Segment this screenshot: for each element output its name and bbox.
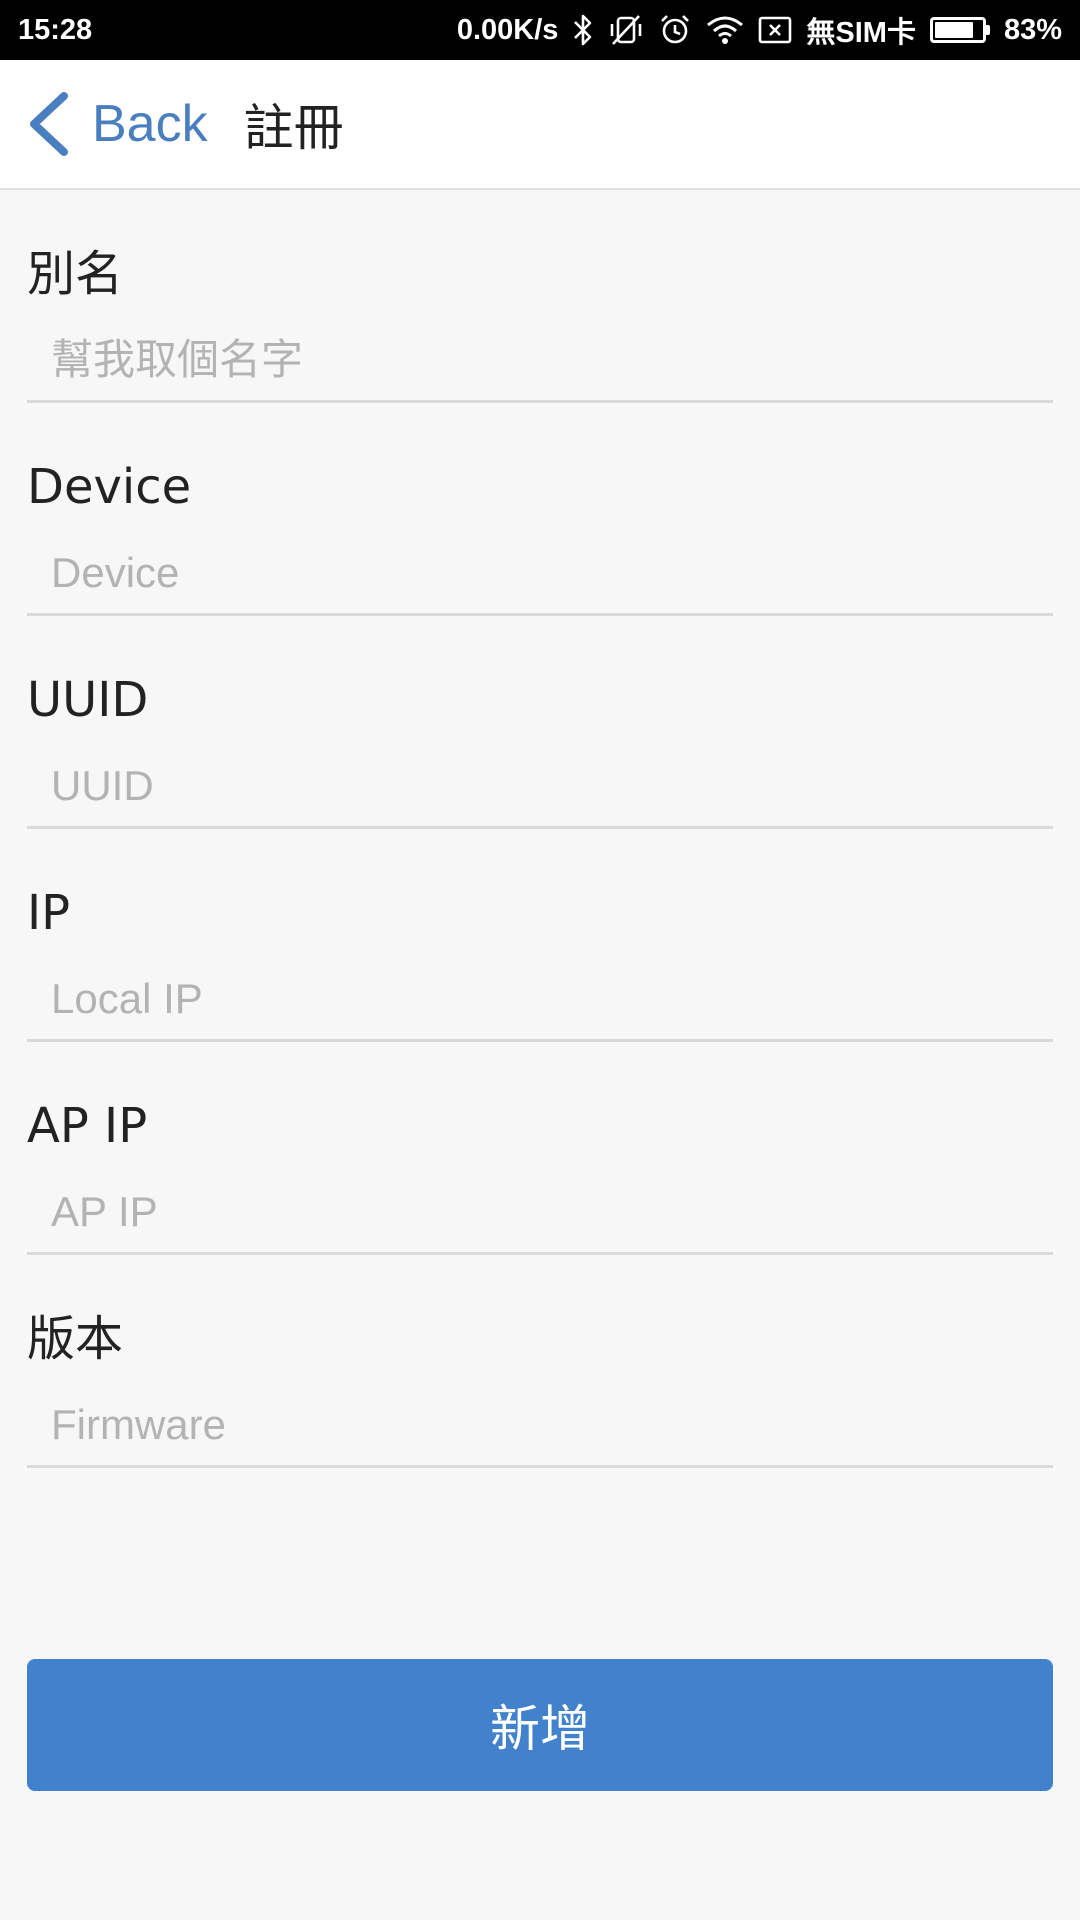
device-field: Device bbox=[27, 403, 1053, 616]
network-speed: 0.00K/s bbox=[456, 13, 559, 46]
uuid-field: UUID bbox=[27, 616, 1053, 829]
back-button[interactable]: Back bbox=[26, 92, 208, 156]
version-field: 版本 bbox=[27, 1255, 1053, 1468]
uuid-input[interactable] bbox=[27, 756, 1027, 816]
local-ip-input[interactable] bbox=[27, 969, 1027, 1029]
register-form: 別名 Device UUID IP AP IP 版本 bbox=[27, 190, 1053, 1468]
wifi-icon bbox=[706, 10, 744, 50]
ip-label: IP bbox=[27, 885, 71, 941]
navigation-bar: Back 註冊 bbox=[0, 60, 1080, 190]
back-label: Back bbox=[92, 95, 208, 153]
ap-ip-label: AP IP bbox=[27, 1098, 148, 1154]
alias-input[interactable] bbox=[27, 330, 1027, 390]
alarm-icon bbox=[658, 10, 692, 50]
device-input[interactable] bbox=[27, 543, 1027, 603]
page-title: 註冊 bbox=[243, 99, 344, 157]
bluetooth-icon bbox=[572, 10, 594, 50]
firmware-input[interactable] bbox=[27, 1395, 1027, 1455]
ap-ip-field: AP IP bbox=[27, 1042, 1053, 1255]
add-button[interactable]: 新增 bbox=[27, 1659, 1053, 1791]
vibrate-off-icon bbox=[608, 10, 644, 50]
device-label: Device bbox=[27, 459, 192, 515]
status-indicators: 0.00K/s 無SIM卡 83% bbox=[457, 9, 1062, 51]
no-sim-icon bbox=[758, 10, 792, 50]
battery-icon bbox=[929, 17, 990, 43]
alias-label: 別名 bbox=[27, 246, 124, 302]
version-label: 版本 bbox=[27, 1311, 124, 1367]
uuid-label: UUID bbox=[27, 672, 149, 728]
status-time: 15:28 bbox=[18, 13, 93, 46]
ip-field: IP bbox=[27, 829, 1053, 1042]
ap-ip-input[interactable] bbox=[27, 1182, 1027, 1242]
battery-percent: 83% bbox=[1003, 13, 1062, 46]
chevron-left-icon bbox=[26, 92, 70, 156]
status-bar: 15:28 0.00K/s 無SIM卡 83% bbox=[0, 0, 1080, 60]
alias-field: 別名 bbox=[27, 190, 1053, 403]
carrier-label: 無SIM卡 bbox=[806, 17, 916, 49]
